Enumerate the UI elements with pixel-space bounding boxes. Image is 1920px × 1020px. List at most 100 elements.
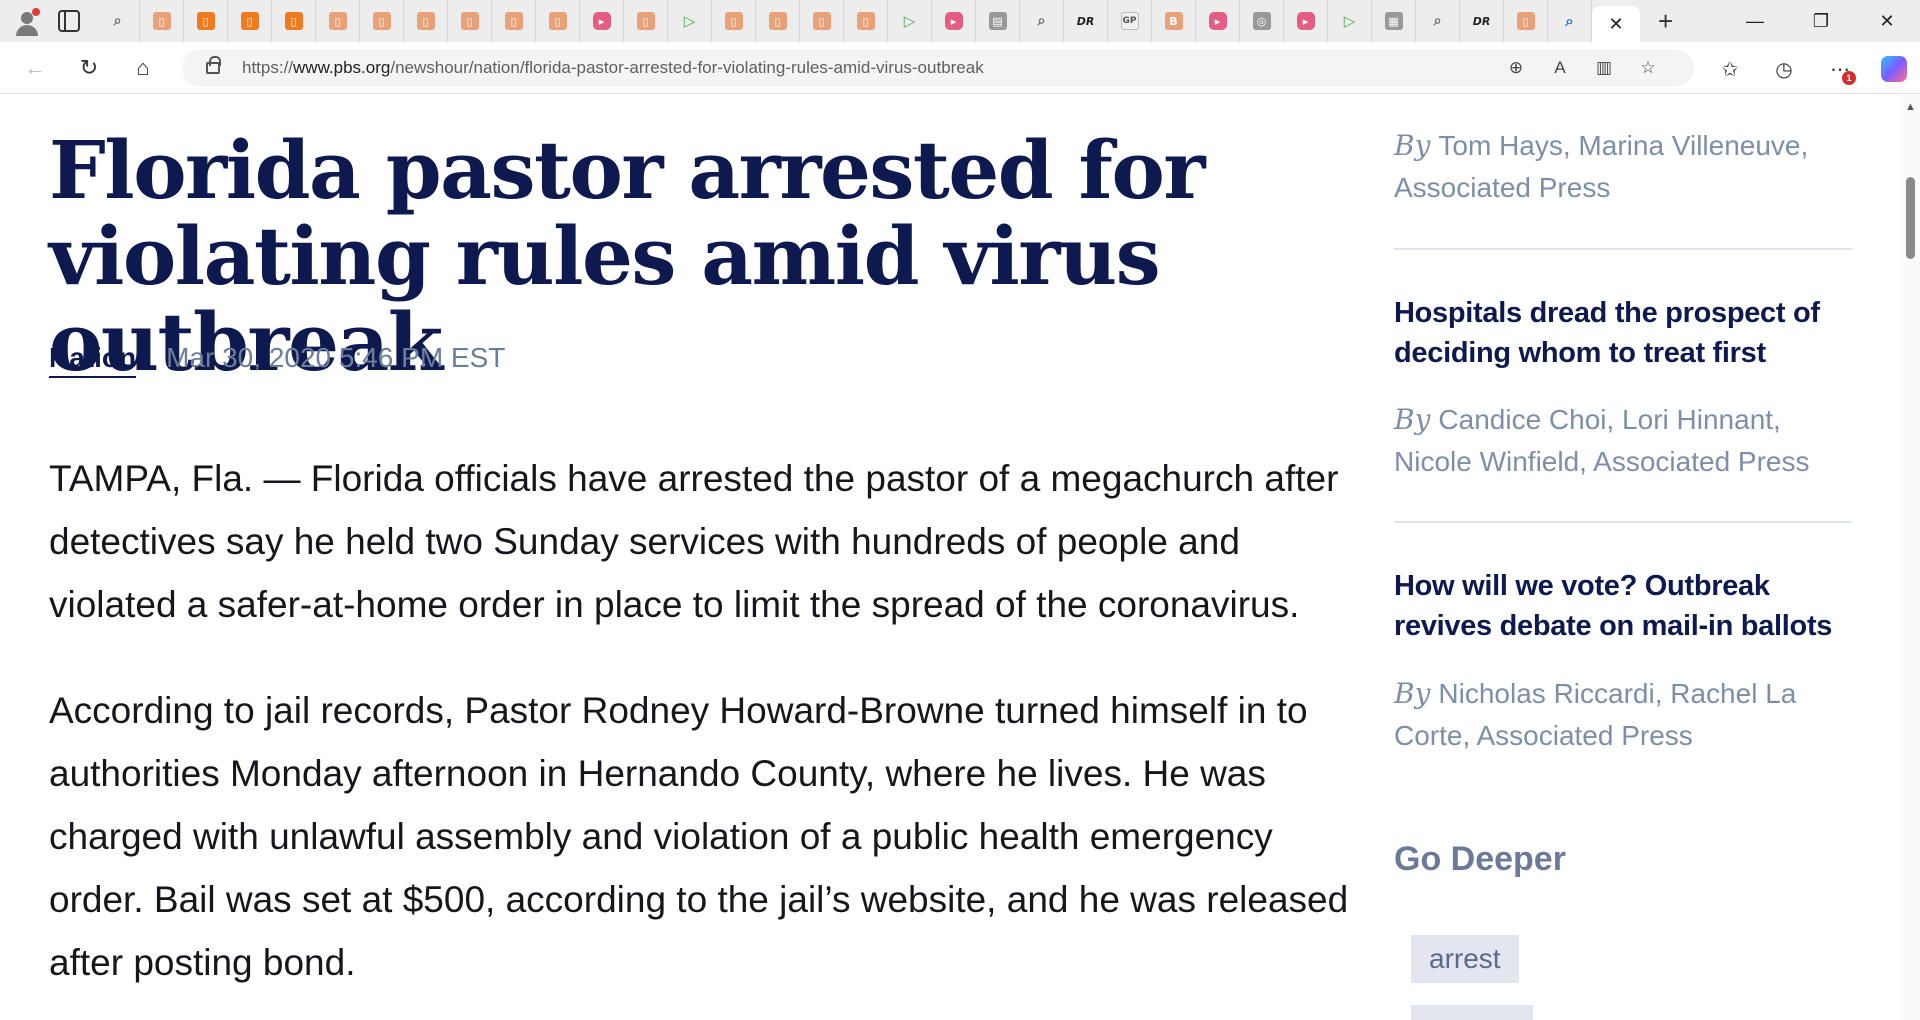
dr-favicon-icon: DR (1076, 14, 1095, 28)
tab[interactable]: ▸ (580, 0, 624, 42)
close-tab-icon[interactable]: ✕ (1608, 14, 1623, 35)
immersive-reader-icon[interactable]: ▥ (1592, 56, 1616, 80)
favorite-star-icon[interactable]: ☆ (1636, 56, 1660, 80)
topic-tag[interactable]: arrest (1411, 935, 1519, 983)
tab[interactable]: ⌕ (1416, 0, 1460, 42)
tab[interactable]: ⌕ (1020, 0, 1064, 42)
tab[interactable]: B (1152, 0, 1196, 42)
play-favicon-icon: ▷ (683, 12, 696, 30)
tab[interactable]: ▯ (536, 0, 580, 42)
article-meta: Nation Mar 30, 2020 5:46 PM EST (49, 342, 505, 378)
bookmark-favicon-icon: ▯ (504, 12, 523, 30)
settings-more-icon[interactable]: ⋯ 1 (1826, 55, 1856, 85)
tab[interactable]: ▯ (800, 0, 844, 42)
blogger-favicon-icon: B (1164, 12, 1183, 30)
tab[interactable]: ▯ (492, 0, 536, 42)
site-favicon-icon: ▦ (1384, 12, 1403, 30)
tab[interactable]: ▯ (272, 0, 316, 42)
read-aloud-icon[interactable]: A (1548, 56, 1572, 80)
by-label: By (1394, 129, 1431, 162)
tab[interactable]: ◎ (1240, 0, 1284, 42)
url-path: /newshour/nation/florida-pastor-arrested… (390, 58, 984, 77)
active-tab[interactable]: ✕ (1592, 6, 1640, 42)
tab[interactable]: DR (1064, 0, 1108, 42)
address-bar[interactable]: https://www.pbs.org/newshour/nation/flor… (182, 49, 1694, 87)
bookmark-favicon-icon: ▯ (416, 12, 435, 30)
bookmark-favicon-icon: ▯ (548, 12, 567, 30)
scroll-up-icon[interactable]: ▲ (1905, 101, 1916, 113)
scrollbar-thumb[interactable] (1906, 177, 1915, 259)
zoom-icon[interactable]: ⊕ (1504, 56, 1528, 80)
tab[interactable]: ▤ (976, 0, 1020, 42)
back-button[interactable]: ← (20, 53, 50, 83)
related-story-link[interactable]: Hospitals dread the prospect of deciding… (1394, 293, 1852, 373)
bookmark-favicon-icon: ▯ (152, 12, 171, 30)
video-favicon-icon: ▸ (1208, 12, 1227, 30)
search-icon: ⌕ (113, 13, 122, 29)
tab[interactable]: ▯ (756, 0, 800, 42)
by-label: By (1394, 677, 1431, 710)
tab[interactable]: DR (1460, 0, 1504, 42)
tab[interactable]: ▦ (1372, 0, 1416, 42)
bookmark-favicon-icon: ▯ (1516, 12, 1535, 30)
tab[interactable]: ▯ (404, 0, 448, 42)
tab[interactable]: ▯ (624, 0, 668, 42)
topic-tag[interactable] (1411, 1005, 1533, 1020)
url-text[interactable]: https://www.pbs.org/newshour/nation/flor… (242, 58, 984, 78)
tab[interactable]: ⌕ (1548, 0, 1592, 42)
tab[interactable]: ▷ (888, 0, 932, 42)
divider (1394, 521, 1852, 523)
history-icon[interactable]: ◷ (1770, 55, 1798, 83)
minimize-button[interactable]: — (1722, 0, 1788, 42)
profile-avatar-icon[interactable] (12, 6, 42, 36)
tab[interactable]: ▸ (1196, 0, 1240, 42)
story-byline: By Nicholas Riccardi, Rachel La Corte, As… (1394, 673, 1852, 757)
tab[interactable]: ⌕ (96, 0, 140, 42)
category-link[interactable]: Nation (49, 342, 137, 378)
page-scrollbar[interactable]: ▲ (1900, 95, 1920, 1020)
favorites-icon[interactable]: ✩ (1716, 55, 1744, 83)
tab[interactable]: ▸ (1284, 0, 1328, 42)
tab[interactable]: ▷ (668, 0, 712, 42)
article-paragraph: According to jail records, Pastor Rodney… (49, 690, 1349, 983)
restore-button[interactable]: ❐ (1788, 0, 1854, 42)
related-story-link[interactable]: How will we vote? Outbreak revives debat… (1394, 566, 1852, 646)
tab[interactable]: ▯ (316, 0, 360, 42)
copilot-icon[interactable] (1880, 55, 1908, 83)
close-window-button[interactable]: ✕ (1854, 0, 1920, 42)
tab[interactable]: ▯ (184, 0, 228, 42)
new-tab-button[interactable]: + (1658, 8, 1673, 34)
home-button[interactable]: ⌂ (128, 53, 158, 83)
bookmark-favicon-icon: ▯ (856, 12, 875, 30)
search-icon: ⌕ (1565, 12, 1574, 30)
bookmark-favicon-icon: ▯ (768, 12, 787, 30)
play-favicon-icon: ▷ (1343, 12, 1356, 30)
video-favicon-icon: ▸ (592, 12, 611, 30)
tab[interactable]: ▸ (932, 0, 976, 42)
tab[interactable]: ▯ (1504, 0, 1548, 42)
tab[interactable]: ▯ (448, 0, 492, 42)
tab[interactable]: ▷ (1328, 0, 1372, 42)
bookmark-favicon-icon: ▯ (240, 12, 259, 30)
story-byline: By Tom Hays, Marina Villeneuve, Associate… (1394, 125, 1852, 209)
search-icon: ⌕ (1433, 13, 1442, 29)
bookmark-favicon-icon: ▯ (328, 12, 347, 30)
tab[interactable]: ▯ (712, 0, 756, 42)
tab[interactable]: GP (1108, 0, 1152, 42)
tab-actions-menu-icon[interactable] (58, 10, 80, 32)
article-body: TAMPA, Fla. — Florida officials have arr… (49, 447, 1349, 1020)
tab[interactable]: ▯ (844, 0, 888, 42)
tab[interactable]: ▯ (140, 0, 184, 42)
tab[interactable]: ▯ (360, 0, 404, 42)
article-page: Florida pastor arrested for violating ru… (0, 95, 1900, 1020)
tab[interactable]: ▯ (228, 0, 272, 42)
site-info-lock-icon[interactable] (206, 56, 221, 74)
site-favicon-icon: ▤ (988, 12, 1007, 30)
dr-favicon-icon: DR (1472, 14, 1491, 28)
tab-strip: ⌕ ▯ ▯ ▯ ▯ ▯ ▯ ▯ ▯ ▯ ▯ ▸ ▯ ▷ ▯ ▯ ▯ ▯ ▷ ▸ … (0, 0, 1920, 42)
story-byline: By Candice Choi, Lori Hinnant, Nicole Win… (1394, 399, 1852, 483)
video-favicon-icon: ▸ (1296, 12, 1315, 30)
gp-favicon-icon: GP (1120, 12, 1139, 30)
play-favicon-icon: ▷ (903, 12, 916, 30)
refresh-button[interactable]: ↻ (74, 53, 104, 83)
